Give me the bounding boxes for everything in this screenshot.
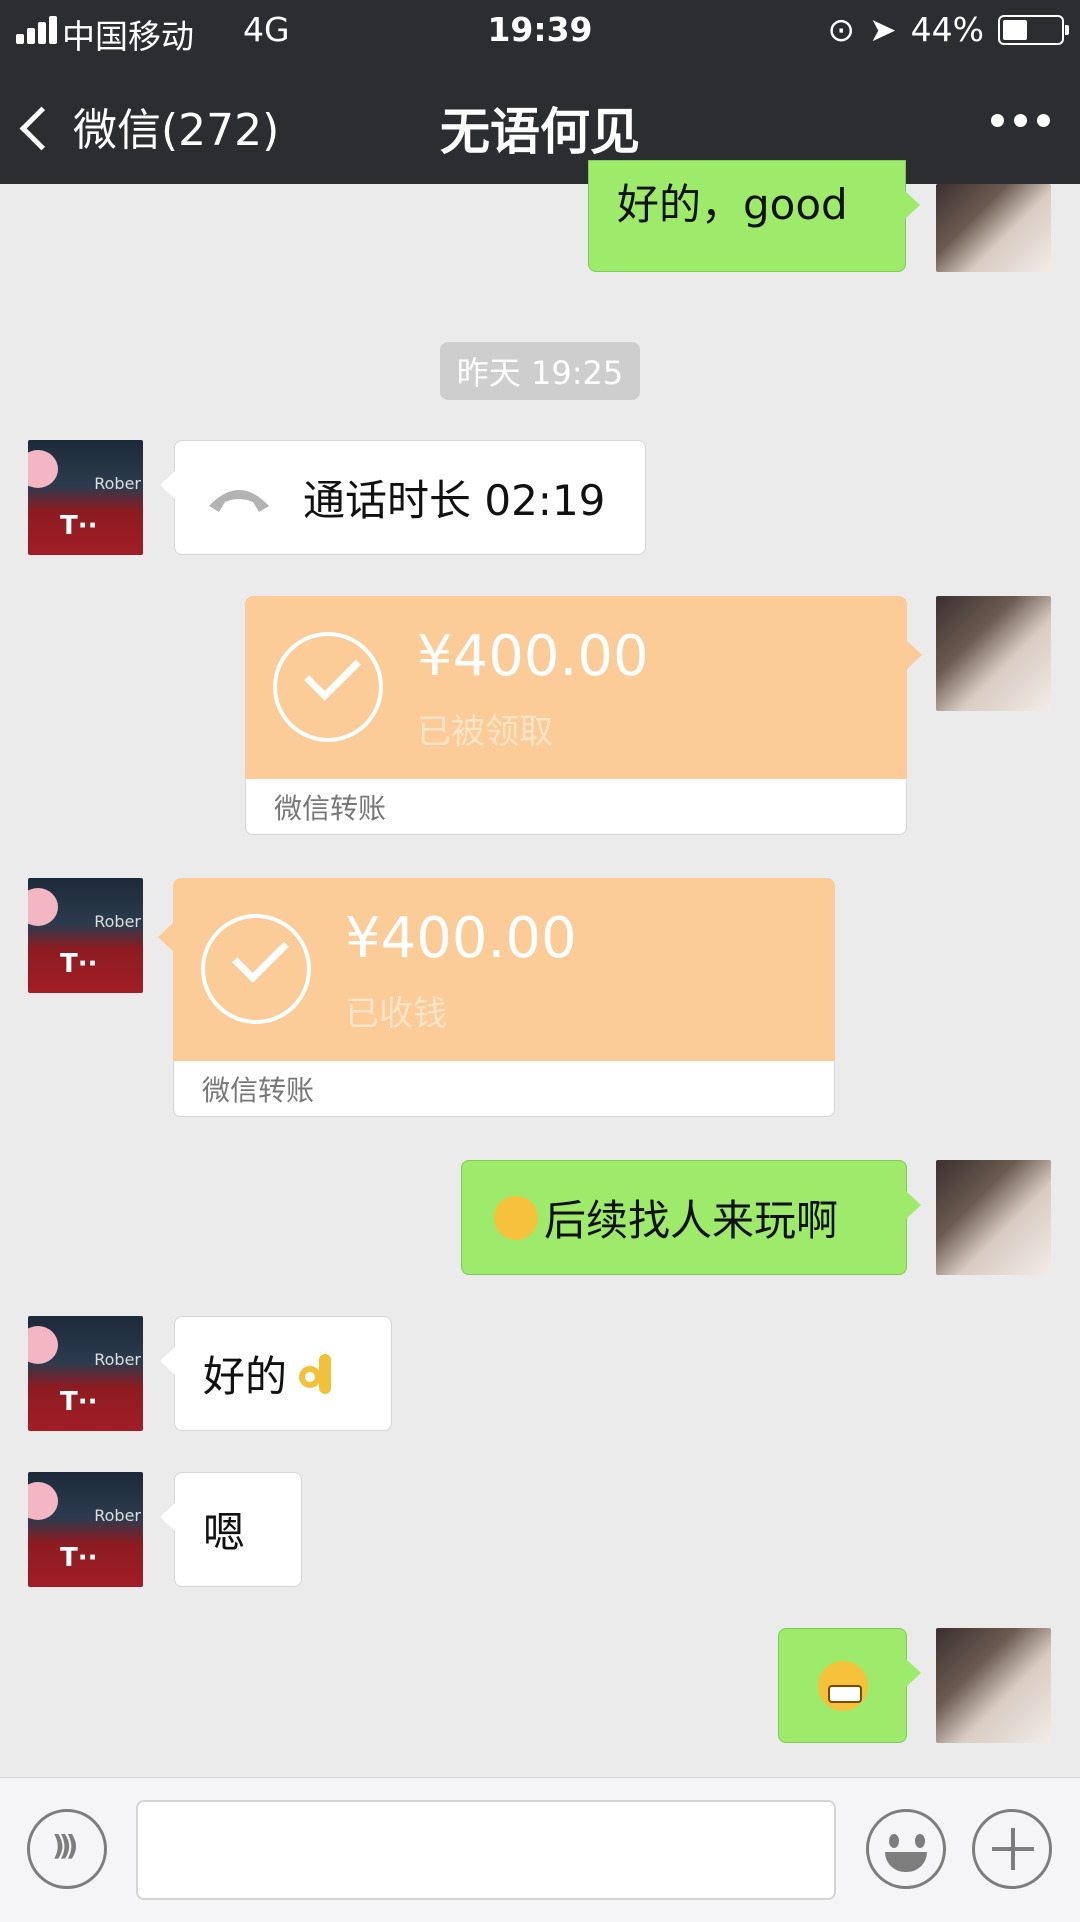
plus-icon[interactable] xyxy=(972,1809,1052,1889)
message-bubble-received[interactable]: 嗯 xyxy=(160,1472,302,1587)
transfer-status: 已收钱 xyxy=(345,994,447,1034)
avatar-contact[interactable]: Rober T·· xyxy=(28,1316,143,1431)
voice-icon[interactable] xyxy=(27,1809,107,1889)
nav-bar: 微信(272) 无语何见 xyxy=(0,62,1080,184)
status-right: ⊙ ➤ 44% xyxy=(827,10,1069,49)
avatar-self[interactable] xyxy=(936,184,1051,272)
status-bar: 中国移动 4G 19:39 ⊙ ➤ 44% xyxy=(0,0,1080,62)
avatar-contact[interactable]: Rober T·· xyxy=(28,1472,143,1587)
transfer-footer: 微信转账 xyxy=(173,1061,835,1117)
transfer-footer: 微信转账 xyxy=(245,779,907,835)
transfer-amount: ¥400.00 xyxy=(417,624,649,689)
message-text: 嗯 xyxy=(203,1508,246,1557)
call-record-bubble[interactable]: 通话时长 02:19 xyxy=(160,440,646,555)
orientation-lock-icon: ⊙ xyxy=(827,10,855,49)
avatar-self[interactable] xyxy=(936,1160,1051,1275)
ok-hand-icon xyxy=(297,1352,337,1396)
location-icon: ➤ xyxy=(868,10,897,49)
emoji-icon[interactable] xyxy=(866,1809,946,1889)
call-duration-text: 通话时长 02:19 xyxy=(303,476,606,525)
check-circle-icon xyxy=(201,914,311,1024)
timestamp: 昨天 19:25 xyxy=(440,342,640,400)
avatar-contact[interactable]: Rober T·· xyxy=(28,440,143,555)
chat-title: 无语何见 xyxy=(440,103,640,161)
hugging-face-icon xyxy=(494,1195,538,1240)
input-bar xyxy=(0,1777,1080,1922)
message-input[interactable] xyxy=(136,1800,836,1900)
more-icon[interactable] xyxy=(991,114,1050,127)
battery-percent: 44% xyxy=(910,10,984,49)
transfer-status: 已被领取 xyxy=(417,712,553,752)
battery-icon xyxy=(998,14,1069,45)
grimacing-face-icon xyxy=(817,1660,868,1711)
message-bubble-sent[interactable]: 好的，good xyxy=(588,160,920,272)
message-text: 后续找人来玩啊 xyxy=(544,1196,839,1245)
avatar-self[interactable] xyxy=(936,596,1051,711)
message-bubble-received[interactable]: 好的 xyxy=(160,1316,392,1431)
message-text: 好的 xyxy=(203,1352,288,1401)
avatar-contact[interactable]: Rober T·· xyxy=(28,878,143,993)
message-bubble-sent[interactable] xyxy=(778,1628,921,1743)
transfer-amount: ¥400.00 xyxy=(345,906,577,971)
check-circle-icon xyxy=(273,632,383,742)
transfer-card-sent[interactable]: ¥400.00 已被领取 微信转账 xyxy=(245,596,922,836)
message-text: 好的，good xyxy=(617,179,848,229)
phone-icon xyxy=(209,489,269,512)
top-bar: 中国移动 4G 19:39 ⊙ ➤ 44% 微信(272) 无语何见 xyxy=(0,0,1080,184)
message-bubble-sent[interactable]: 后续找人来玩啊 xyxy=(461,1160,921,1275)
transfer-card-received[interactable]: ¥400.00 已收钱 微信转账 xyxy=(158,878,835,1118)
avatar-self[interactable] xyxy=(936,1628,1051,1743)
